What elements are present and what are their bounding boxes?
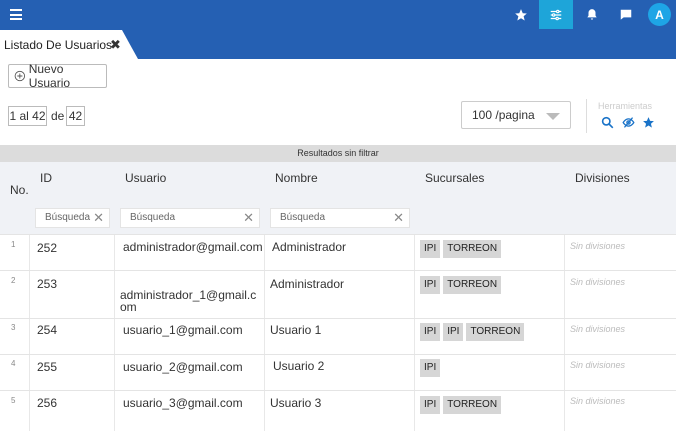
row-id: 255 [37, 360, 58, 374]
row-number: 5 [11, 396, 16, 405]
col-header-no[interactable]: No. [10, 183, 29, 197]
clear-icon[interactable]: ✕ [93, 209, 104, 227]
new-user-label: Nuevo Usuario [28, 62, 71, 90]
search-icon[interactable] [601, 116, 614, 129]
row-divisiones: Sin divisiones [570, 324, 626, 334]
tab-listado-usuarios[interactable]: Listado De Usuarios ✖ [0, 30, 138, 59]
table-row[interactable]: 2 253 administrador_1@gmail.com Administ… [0, 270, 676, 318]
row-nombre: Usuario 1 [270, 323, 322, 337]
row-usuario: administrador_1@gmail.com [120, 288, 257, 314]
row-divisiones: Sin divisiones [570, 241, 626, 251]
col-header-id[interactable]: ID [40, 171, 52, 185]
tools-label: Herramientas [598, 101, 653, 111]
plus-circle-icon [14, 70, 26, 82]
table-row[interactable]: 5 256 usuario_3@gmail.com Usuario 3 IPI … [0, 390, 676, 431]
per-page-value: 100 /pagina [472, 108, 535, 122]
search-placeholder: Búsqueda [130, 212, 176, 223]
row-number: 3 [11, 323, 16, 332]
sucursal-badge: IPI [420, 396, 441, 414]
sucursal-badge: TORREON [443, 276, 502, 294]
col-header-nombre[interactable]: Nombre [275, 171, 318, 185]
avatar[interactable]: A [648, 3, 671, 26]
row-usuario: usuario_1@gmail.com [123, 323, 243, 337]
sucursal-badge: TORREON [466, 323, 525, 341]
col-header-usuario[interactable]: Usuario [125, 171, 166, 185]
menu-icon[interactable] [10, 9, 22, 20]
search-input-usuario[interactable]: Búsqueda ✕ [120, 208, 260, 228]
row-sucursales: IPI TORREON [420, 276, 502, 294]
search-placeholder: Búsqueda [45, 212, 91, 223]
row-divisiones: Sin divisiones [570, 360, 626, 370]
row-usuario: usuario_3@gmail.com [123, 396, 243, 410]
search-input-nombre[interactable]: Búsqueda ✕ [270, 208, 410, 228]
chat-icon[interactable] [609, 0, 643, 29]
sucursal-badge: IPI [443, 323, 464, 341]
favorites-star-icon[interactable] [504, 0, 538, 29]
per-page-select[interactable]: 100 /pagina [461, 101, 571, 129]
row-id: 256 [37, 396, 58, 410]
row-nombre: Administrador [270, 277, 345, 291]
row-nombre: Administrador [272, 240, 347, 254]
eye-slash-icon[interactable] [622, 116, 635, 129]
col-header-divisiones[interactable]: Divisiones [575, 171, 630, 185]
row-id: 254 [37, 323, 58, 337]
sucursal-badge: IPI [420, 276, 441, 294]
sucursal-badge: IPI [420, 359, 441, 377]
pager-range: 1 al 42 [8, 106, 47, 126]
bell-icon[interactable] [575, 0, 609, 29]
row-usuario: usuario_2@gmail.com [123, 360, 243, 374]
pager-total: 42 [66, 106, 85, 126]
tab-strip: Listado De Usuarios ✖ [0, 29, 676, 59]
close-icon[interactable]: ✖ [110, 37, 121, 53]
table-row[interactable]: 1 252 administrador@gmail.com Administra… [0, 234, 676, 270]
col-header-sucursales[interactable]: Sucursales [425, 171, 484, 185]
row-number: 4 [11, 359, 16, 368]
row-number: 2 [11, 276, 16, 285]
chevron-down-icon [546, 113, 560, 120]
new-user-button[interactable]: Nuevo Usuario [8, 62, 107, 90]
tab-label: Listado De Usuarios [4, 38, 113, 52]
row-sucursales: IPI [420, 359, 441, 377]
search-placeholder: Búsqueda [280, 212, 326, 223]
filter-status-bar: Resultados sin filtrar [0, 145, 676, 162]
row-id: 253 [37, 277, 58, 291]
row-number: 1 [11, 240, 16, 249]
tools-divider [586, 99, 587, 133]
row-usuario: administrador@gmail.com [123, 240, 263, 254]
star-icon[interactable] [642, 116, 655, 129]
top-bar: A [0, 0, 676, 29]
pager-of-label: de [51, 109, 65, 123]
clear-icon[interactable]: ✕ [243, 209, 254, 227]
sucursal-badge: IPI [420, 240, 441, 258]
row-sucursales: IPI IPI TORREON [420, 323, 525, 341]
table-row[interactable]: 4 255 usuario_2@gmail.com Usuario 2 IPI … [0, 354, 676, 390]
row-divisiones: Sin divisiones [570, 396, 626, 406]
row-sucursales: IPI TORREON [420, 396, 502, 414]
sucursal-badge: TORREON [443, 240, 502, 258]
row-sucursales: IPI TORREON [420, 240, 502, 258]
search-input-id[interactable]: Búsqueda ✕ [35, 208, 110, 228]
settings-sliders-icon[interactable] [539, 0, 573, 29]
clear-icon[interactable]: ✕ [393, 209, 404, 227]
row-nombre: Usuario 2 [273, 359, 325, 373]
row-nombre: Usuario 3 [270, 396, 322, 410]
row-id: 252 [37, 241, 58, 255]
sucursal-badge: TORREON [443, 396, 502, 414]
row-divisiones: Sin divisiones [570, 277, 626, 287]
sucursal-badge: IPI [420, 323, 441, 341]
table-row[interactable]: 3 254 usuario_1@gmail.com Usuario 1 IPI … [0, 318, 676, 354]
